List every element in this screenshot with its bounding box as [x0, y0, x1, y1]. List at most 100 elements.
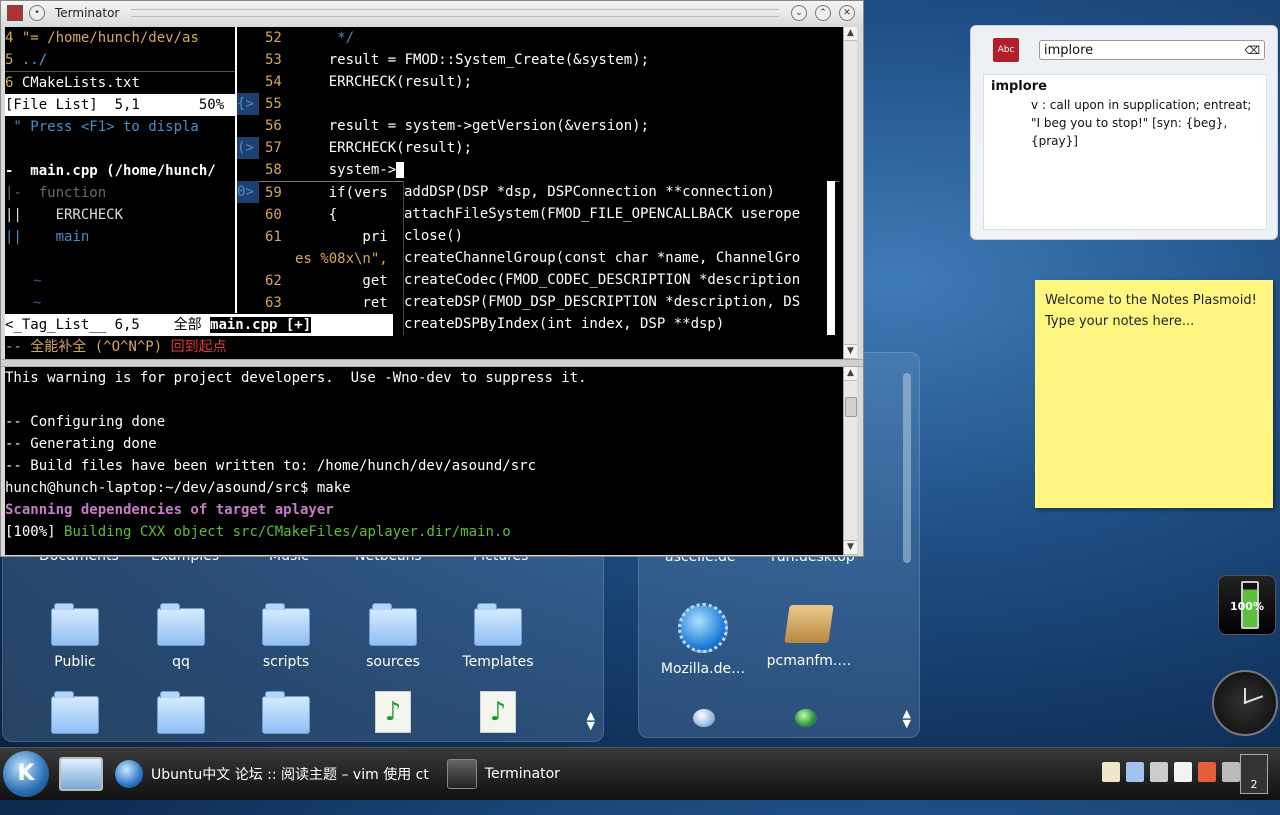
code-text: ERRCHECK(result);	[295, 140, 473, 156]
task-browser-label: Ubuntu中文 论坛 :: 阅读主题 – vim 使用 ct	[151, 767, 429, 783]
folder-icon	[262, 691, 310, 734]
completion-item[interactable]: addDSP(DSP *dsp, DSPConnection **connect…	[404, 181, 828, 203]
code-line[interactable]: 57 ERRCHECK(result);	[259, 137, 839, 159]
battery-label: 100%	[1230, 600, 1264, 613]
folder-sources[interactable]: sources	[343, 603, 443, 670]
code-line[interactable]: 55	[259, 93, 839, 115]
file-list-row[interactable]: 5 ../	[5, 49, 235, 71]
folder-public[interactable]: Public	[25, 603, 125, 670]
code-line[interactable]: 52 */	[259, 27, 839, 49]
window-title: Terminator	[55, 6, 120, 20]
analog-clock[interactable]	[1212, 670, 1278, 736]
completion-item[interactable]: createDSP(FMOD_DSP_DESCRIPTION *descript…	[404, 291, 828, 313]
taglist-status-text: <_Tag_List__ 6,5 全部	[5, 317, 211, 333]
notes-plasmoid[interactable]: Welcome to the Notes Plasmoid! Type your…	[1035, 280, 1273, 508]
vim-split-markers: {> (> 0>	[237, 93, 259, 203]
folder-label: Public	[54, 654, 96, 670]
desktop-pager[interactable]: 2	[1240, 754, 1268, 794]
window-menu-icon[interactable]: •	[29, 5, 45, 21]
folder-label: sources	[366, 654, 420, 670]
dictionary-search-input[interactable]: implore ⌫	[1039, 40, 1265, 60]
completion-mode-text: -- 全能补全 (^O^N^P)	[5, 339, 171, 355]
terminal-scrollbar[interactable]: ▲ ▼	[843, 367, 857, 555]
taglist-tag-main[interactable]: || main	[5, 226, 235, 248]
scroll-up-icon[interactable]: ▲	[844, 27, 857, 41]
scroll-down-icon[interactable]: ▼	[844, 344, 857, 359]
firewall-icon[interactable]	[1174, 762, 1192, 782]
completion-scrollbar[interactable]	[827, 181, 835, 335]
scroll-up-icon[interactable]: ▲	[844, 367, 857, 381]
completion-item[interactable]: attachFileSystem(FMOD_FILE_OPENCALLBACK …	[404, 203, 828, 225]
code-text: system->	[295, 162, 397, 178]
line-number: 63	[265, 295, 282, 311]
vim-pane-scrollbar[interactable]: ▲ ▼	[843, 27, 857, 359]
folder-qq[interactable]: qq	[131, 603, 231, 670]
taglist-tag-errcheck[interactable]: || ERRCHECK	[5, 204, 235, 226]
folder-scripts[interactable]: scripts	[236, 603, 336, 670]
completion-item[interactable]: createDSPByIndex(int index, DSP **dsp)	[404, 313, 828, 335]
music-file[interactable]: ♪	[343, 691, 443, 733]
folder-icon	[369, 603, 417, 646]
browser-globe-icon	[115, 760, 143, 788]
taskbar: K Ubuntu中文 论坛 :: 阅读主题 – vim 使用 ct Termin…	[0, 747, 1280, 800]
line-number: 55	[265, 96, 282, 112]
dictionary-widget: Abc implore ⌫ implore v : call upon in s…	[970, 25, 1278, 240]
ball-icon[interactable]	[693, 709, 715, 727]
terminator-app-icon[interactable]	[7, 5, 23, 21]
taglist-function-group[interactable]: |- function	[5, 182, 235, 204]
earth-icon[interactable]	[795, 709, 817, 727]
task-browser[interactable]: Ubuntu中文 论坛 :: 阅读主题 – vim 使用 ct	[115, 752, 429, 796]
network-signal-icon[interactable]	[1126, 762, 1144, 782]
scroll-arrows-icon[interactable]: ▲ ▼	[903, 708, 911, 729]
completion-item[interactable]: close()	[404, 225, 828, 247]
show-desktop-icon[interactable]	[59, 757, 103, 791]
file-list-row[interactable]: 6 CMakeLists.txt	[5, 71, 235, 94]
completion-item[interactable]: createChannelGroup(const char *name, Cha…	[404, 247, 828, 269]
kde-menu-icon[interactable]: K	[3, 751, 49, 797]
tilde-line: ~	[33, 295, 42, 311]
window-titlebar[interactable]: • Terminator ⌄ ⌃ ✕	[1, 1, 863, 25]
close-icon[interactable]: ✕	[839, 5, 855, 21]
maximize-icon[interactable]: ⌃	[815, 5, 831, 21]
sensor-icon[interactable]	[1150, 762, 1168, 782]
folder-item[interactable]	[131, 691, 231, 742]
line-number: 59	[265, 185, 282, 201]
folder-label: scripts	[262, 654, 310, 670]
clear-input-icon[interactable]: ⌫	[1244, 41, 1260, 61]
folder-item[interactable]	[25, 691, 125, 742]
pane-splitter[interactable]	[1, 359, 863, 367]
scroll-down-icon[interactable]: ▼	[844, 540, 857, 555]
terminal-line: -- Configuring done	[5, 414, 166, 430]
file-list-row[interactable]: 4 "= /home/hunch/dev/as	[5, 27, 235, 49]
clipboard-icon[interactable]	[1102, 762, 1120, 782]
update-alert-icon[interactable]	[1198, 762, 1216, 782]
code-line[interactable]: 56 result = system->getVersion(&version)…	[259, 115, 839, 137]
task-terminator[interactable]: Terminator	[446, 752, 560, 796]
scroll-thumb[interactable]	[845, 397, 857, 417]
minimize-icon[interactable]: ⌄	[791, 5, 807, 21]
folder-view-scrollbar[interactable]	[903, 373, 911, 563]
device-icon[interactable]	[1222, 762, 1240, 782]
terminal-pane[interactable]: This warning is for project developers. …	[5, 367, 843, 555]
code-line[interactable]: 58 system->	[259, 159, 839, 182]
battery-widget[interactable]: 100%	[1218, 575, 1276, 635]
terminal-scan-line: Scanning dependencies of target aplayer	[5, 502, 334, 518]
music-note-icon: ♪	[480, 691, 516, 733]
pager-number: 2	[1250, 778, 1258, 791]
folder-item[interactable]	[236, 691, 336, 742]
completion-item[interactable]: createCodec(FMOD_CODEC_DESCRIPTION *desc…	[404, 269, 828, 291]
code-text: {	[295, 207, 338, 223]
taglist-file-header[interactable]: - main.cpp (/home/hunch/	[5, 160, 235, 182]
completion-popup[interactable]: addDSP(DSP *dsp, DSPConnection **connect…	[403, 181, 828, 335]
terminator-window: • Terminator ⌄ ⌃ ✕ 4 "= /home/hunch/dev/…	[0, 0, 864, 557]
folder-label: qq	[172, 654, 190, 670]
scroll-arrows-icon[interactable]: ▲ ▼	[587, 710, 595, 731]
file-list-entry: "= /home/hunch/dev/as	[13, 30, 199, 46]
music-file[interactable]: ♪	[448, 691, 548, 733]
code-line[interactable]: 53 result = FMOD::System_Create(&system)…	[259, 49, 839, 71]
folder-templates[interactable]: Templates	[448, 603, 548, 670]
desktop-item-pcmanfm[interactable]: pcmanfm.…	[759, 603, 859, 669]
desktop-item-mozilla[interactable]: Mozilla.de…	[653, 603, 753, 677]
vim-pane[interactable]: 4 "= /home/hunch/dev/as 5 ../ 6 CMakeLis…	[5, 27, 843, 359]
code-line[interactable]: 54 ERRCHECK(result);	[259, 71, 839, 93]
